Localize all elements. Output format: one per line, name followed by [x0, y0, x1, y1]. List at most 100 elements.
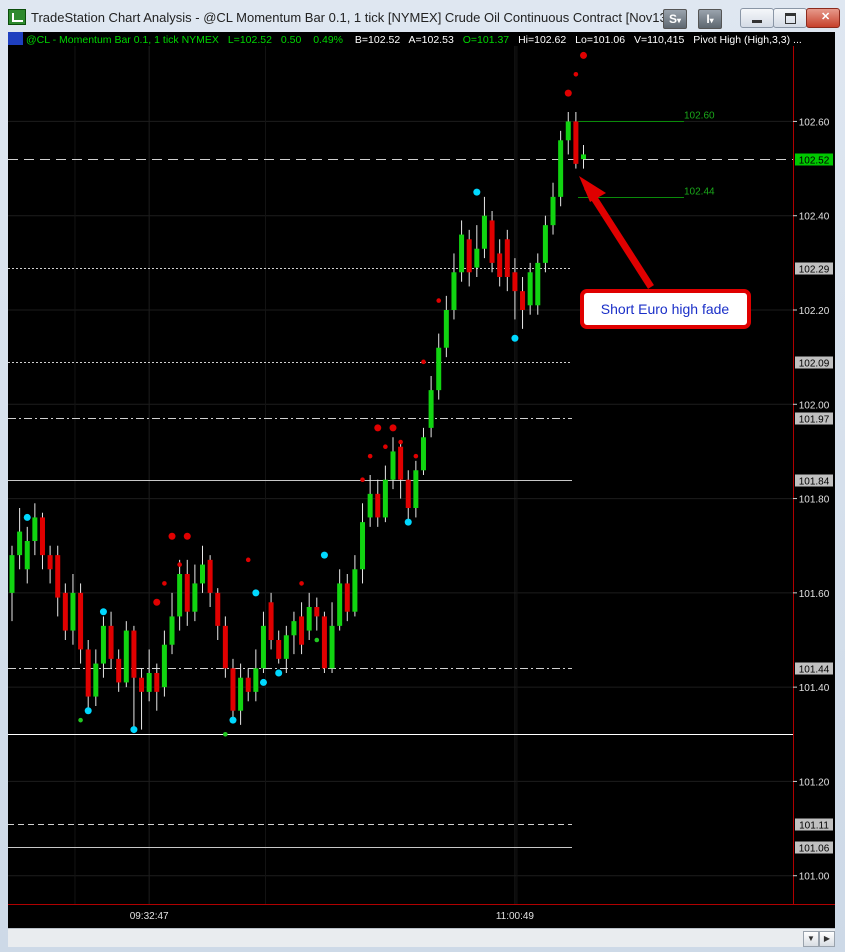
candle-body [207, 559, 213, 593]
scroll-right-button[interactable]: ▶ [819, 931, 835, 947]
price-tick-label: 101.80 [799, 495, 830, 506]
candle-body [245, 677, 251, 692]
pivot-high-dot [299, 581, 304, 586]
pivot-high-dot [564, 89, 572, 97]
candle-body [260, 625, 266, 669]
candle-body [154, 673, 160, 692]
candle-body [85, 649, 91, 697]
pivot-low-dot [511, 334, 519, 342]
scroll-down-button[interactable]: ▼ [803, 931, 819, 947]
candle-body [93, 663, 99, 697]
candle-body [565, 121, 571, 141]
candle-body [39, 517, 45, 556]
candle-body [62, 592, 68, 631]
candle-body [230, 668, 236, 711]
candle-body [451, 272, 457, 310]
s-menu-button[interactable]: S▾ [663, 9, 687, 29]
pivot-low-dot [473, 188, 481, 196]
candle-body [177, 574, 183, 617]
pivot-low-dot [404, 518, 412, 526]
candle-body [390, 451, 396, 480]
candle-body [352, 569, 358, 612]
dropdown-arrow-icon: ▾ [709, 16, 714, 25]
dropdown-arrow-icon: ▾ [677, 16, 682, 25]
pivot-high-dot [389, 424, 397, 432]
candle-body [466, 239, 472, 273]
close-button[interactable] [806, 8, 840, 28]
pivot-high-dot [245, 557, 251, 563]
candle-body [443, 310, 449, 348]
candle-body [100, 625, 106, 664]
pivot-high-dot [162, 581, 167, 586]
header-bid: B=102.52 [355, 34, 400, 46]
minimize-button[interactable] [740, 8, 774, 28]
candle-body [481, 215, 487, 249]
price-level-label: 101.06 [799, 844, 830, 855]
pivot-high-dot [398, 439, 403, 445]
candle-body [184, 574, 190, 612]
candle-body [32, 517, 38, 541]
pivot-low-dot [229, 716, 237, 724]
candle-body [497, 253, 503, 277]
maximize-button[interactable] [773, 8, 807, 28]
pivot-low-dot [130, 726, 138, 734]
pivot-low-dot [275, 669, 283, 677]
candle-body [382, 479, 388, 518]
candle-body [200, 564, 205, 584]
candle-body [116, 658, 122, 683]
pivot-low-dot [99, 608, 107, 616]
candle-body [291, 621, 297, 636]
target-level-label: 102.44 [684, 187, 715, 198]
header-volume: V=110,415 [634, 34, 684, 46]
candle-body [344, 583, 350, 612]
candle-body [512, 272, 518, 292]
symbol-link-icon[interactable] [8, 32, 23, 45]
price-tick-label: 101.60 [799, 589, 830, 600]
candle-body [527, 272, 533, 306]
candle-body [459, 234, 465, 273]
pivot-low-dot [78, 717, 83, 723]
candle-body [314, 607, 320, 617]
annotation-callout[interactable]: Short Euro high fade [579, 176, 751, 329]
candle-body [9, 555, 15, 593]
candle-body [268, 602, 274, 640]
title-bar[interactable]: TradeStation Chart Analysis - @CL Moment… [0, 0, 845, 32]
candle-body [375, 493, 381, 518]
window-title: TradeStation Chart Analysis - @CL Moment… [31, 10, 671, 25]
pivot-low-dot [252, 589, 260, 597]
price-tick-label: 102.60 [799, 117, 830, 128]
pivots-layer [23, 51, 587, 737]
annotation-arrow-shaft [584, 185, 654, 289]
last-price-label: 102.52 [799, 156, 830, 167]
candle-body [146, 673, 152, 692]
price-tick-label: 102.40 [799, 212, 830, 223]
axis-layer: 102.29 102.09 101.97 101.84 101.44 101.11 101.… [8, 46, 835, 922]
candle-body [222, 625, 228, 669]
time-tick-label: 11:00:49 [496, 911, 535, 922]
candle-body [47, 555, 53, 570]
candle-body [573, 121, 579, 164]
pivot-high-dot [436, 298, 442, 303]
candle-body [108, 625, 114, 659]
candle-body [360, 522, 366, 570]
candle-body [474, 248, 480, 268]
price-chart[interactable]: 102.60 102.44 102.29 102.09 101.97 101.84 101… [8, 32, 835, 928]
candle-body [398, 446, 404, 480]
target-level-label: 102.60 [684, 111, 715, 122]
chart-area[interactable]: 102.60 102.44 102.29 102.09 101.97 101.84 101… [8, 32, 835, 928]
pivot-low-dot [259, 678, 267, 686]
pivot-high-dot [413, 453, 419, 459]
price-level-label: 102.29 [799, 265, 830, 276]
candle-body [192, 583, 198, 612]
candle-body [337, 583, 343, 626]
annotation-arrow-head-icon [579, 176, 606, 202]
candle-body [535, 262, 541, 306]
header-high: Hi=102.62 [518, 34, 566, 46]
candle-body [131, 630, 137, 678]
candle-body [581, 154, 586, 160]
candle-body [420, 437, 426, 471]
pivot-low-dot [223, 731, 228, 737]
i-menu-button[interactable]: I▾ [698, 9, 722, 29]
annotation-text: Short Euro high fade [601, 301, 730, 317]
candle-body [558, 140, 564, 197]
